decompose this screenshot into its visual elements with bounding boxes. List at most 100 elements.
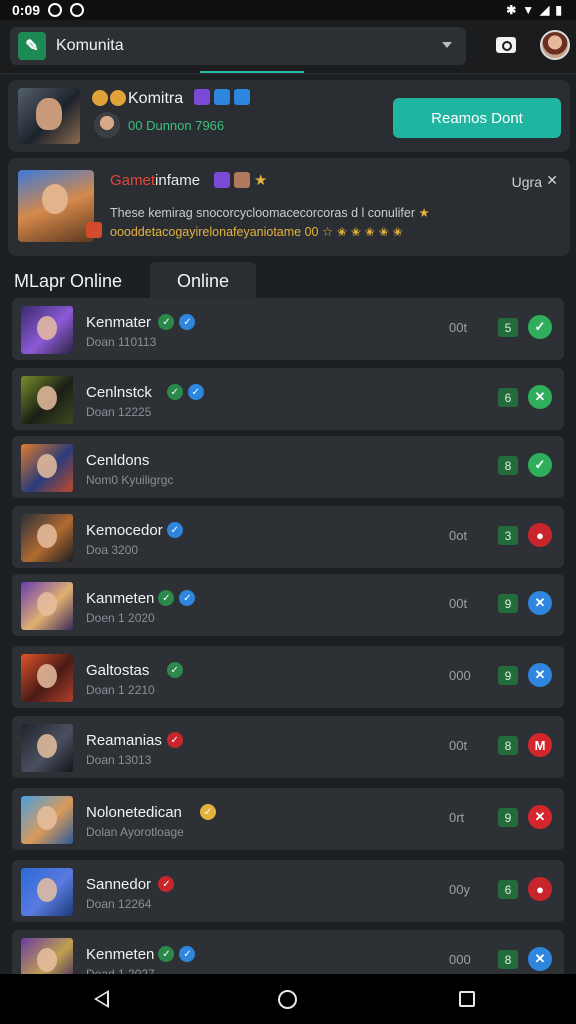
member-avatar[interactable] (21, 306, 73, 354)
member-row[interactable]: Galtostas ✓ Doan 1 2210 000 9 ✕ (12, 646, 564, 708)
profile-name: Komitra (128, 90, 184, 107)
community-name: Komunita (56, 37, 124, 54)
member-badge-icon: ✓ (166, 732, 183, 748)
member-action-button[interactable]: ✓ (528, 453, 552, 477)
member-action-button[interactable]: ● (528, 523, 552, 547)
member-status: 000 (449, 952, 471, 967)
member-action-button[interactable]: ✕ (528, 591, 552, 615)
member-count-badge: 8 (498, 736, 518, 755)
member-avatar[interactable] (21, 376, 73, 424)
member-badge-icon: ✓ (166, 662, 183, 678)
camera-icon[interactable] (496, 37, 516, 53)
member-name: Nolonetedican (86, 804, 182, 821)
profile-card: Komitra 00 Dunnon 7966 Reamos Dont (8, 80, 570, 152)
member-badge-icon: ✓ (187, 384, 204, 400)
member-avatar[interactable] (21, 444, 73, 492)
member-badge-icon: ✓ (158, 946, 175, 962)
member-count-badge: 8 (498, 950, 518, 969)
primary-action-button[interactable]: Reamos Dont (393, 98, 561, 138)
member-action-button[interactable]: M (528, 733, 552, 757)
member-subtitle: Doan 1 2210 (86, 683, 155, 697)
user-avatar[interactable] (540, 30, 570, 60)
member-status: 0rt (449, 810, 465, 825)
emoji-icon (92, 90, 108, 106)
member-row[interactable]: Nolonetedican ✓ Dolan Ayorotloage 0rt 9 ✕ (12, 788, 564, 850)
clock: 0:09 (12, 2, 41, 18)
top-app-bar: ✎ Komunita (0, 20, 576, 74)
chevron-down-icon (442, 42, 452, 48)
game-card: Gametinfame ★ Ugra ✕ These kemirag snoco… (8, 158, 570, 256)
member-subtitle: Doan 110113 (86, 335, 157, 349)
member-subtitle: Nom0 Kyuiligrgc (86, 473, 174, 487)
tab-online[interactable]: Online (150, 262, 256, 300)
member-status: 0ot (449, 528, 468, 543)
member-name: Sannedor (86, 876, 152, 893)
member-badge-icon: ✓ (158, 876, 175, 892)
member-badge-icon: ✓ (179, 946, 196, 962)
member-count-badge: 6 (498, 388, 518, 407)
member-name: Kenmater (86, 314, 152, 331)
member-avatar[interactable] (21, 654, 73, 702)
member-count-badge: 5 (498, 318, 518, 337)
member-count-badge: 9 (498, 594, 518, 613)
profile-badges (194, 89, 250, 105)
profile-avatar[interactable] (18, 88, 80, 144)
member-name: Cenlnstck (86, 384, 152, 401)
member-badge-icon: ✓ (166, 522, 183, 538)
member-action-button[interactable]: ✓ (528, 315, 552, 339)
member-avatar[interactable] (21, 582, 73, 630)
back-icon[interactable] (94, 990, 109, 1008)
member-row[interactable]: Reamanias ✓ Doan 13013 00t 8 M (12, 716, 564, 778)
member-action-button[interactable]: ✕ (528, 663, 552, 687)
member-row[interactable]: Cenlnstck ✓ ✓ Doan 12225 6 ✕ (12, 368, 564, 430)
member-status: 00t (449, 596, 468, 611)
status-bar: 0:09 ✱ ▼ ◢ ▮ (0, 0, 576, 20)
member-badge-icon: ✓ (166, 384, 183, 400)
recent-apps-icon[interactable] (459, 991, 475, 1007)
close-icon[interactable]: ✕ (546, 172, 558, 189)
member-subtitle: Doan 13013 (86, 753, 152, 767)
member-avatar[interactable] (21, 514, 73, 562)
member-action-button[interactable]: ✕ (528, 805, 552, 829)
game-description: These kemirag snocorcycloomacecorcoras d… (110, 206, 430, 239)
game-card-label: Ugra (511, 174, 542, 190)
shield-badge-icon (194, 89, 210, 105)
member-status: 00y (449, 882, 470, 897)
member-name: Kenmeten (86, 946, 155, 963)
member-row[interactable]: Kanmeten ✓ ✓ Doen 1 2020 00t 9 ✕ (12, 574, 564, 636)
game-badge-icon (86, 222, 102, 238)
member-badge-icon: ✓ (158, 590, 175, 606)
member-status: 00t (449, 320, 468, 335)
member-name: Reamanias (86, 732, 162, 749)
member-action-button[interactable]: ✕ (528, 947, 552, 971)
member-avatar[interactable] (21, 796, 73, 844)
member-row[interactable]: Kenmater ✓ ✓ Doan 110113 00t 5 ✓ (12, 298, 564, 360)
tab-all-online[interactable]: MLapr Online (14, 262, 122, 300)
active-tab-indicator (200, 71, 304, 73)
member-action-button[interactable]: ✕ (528, 385, 552, 409)
game-title-icons: ★ (214, 171, 267, 189)
grid-badge-icon (234, 89, 250, 105)
community-selector[interactable]: ✎ Komunita (10, 27, 466, 65)
member-action-button[interactable]: ● (528, 877, 552, 901)
member-badge-icon: ✓ (179, 314, 196, 330)
member-row[interactable]: Cenldons Nom0 Kyuiligrgc 8 ✓ (12, 436, 564, 498)
member-status: 000 (449, 668, 471, 683)
member-name: Kanmeten (86, 590, 155, 607)
member-row[interactable]: Sannedor ✓ Doan 12264 00y 6 ● (12, 860, 564, 922)
member-avatar[interactable] (21, 724, 73, 772)
member-subtitle: Doa 3200 (86, 543, 139, 557)
game-art[interactable] (18, 170, 94, 242)
sync-icon (70, 3, 85, 17)
battery-icon: ▮ (555, 3, 562, 17)
member-count-badge: 3 (498, 526, 518, 545)
emoji-icon (110, 90, 126, 106)
member-badge-icon: ✓ (199, 804, 216, 820)
member-row[interactable]: Kemocedor ✓ Doa 3200 0ot 3 ● (12, 506, 564, 568)
member-avatar[interactable] (21, 868, 73, 916)
member-subtitle: Doan 12225 (86, 405, 152, 419)
home-icon[interactable] (278, 990, 297, 1009)
notification-icon (48, 3, 63, 17)
member-name: Galtostas (86, 662, 150, 679)
bluetooth-icon: ✱ (506, 3, 517, 17)
